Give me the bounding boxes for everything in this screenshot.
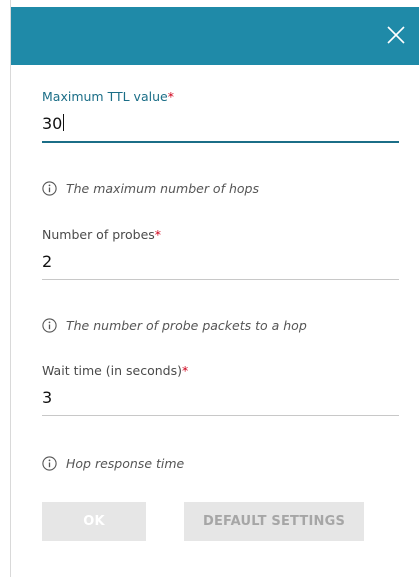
required-mark: * xyxy=(167,89,174,104)
wait-time-input[interactable]: 3 xyxy=(42,387,399,409)
wait-time-field: Wait time (in seconds)* 3 xyxy=(42,363,399,416)
dialog-header xyxy=(11,7,419,65)
wait-time-label-text: Wait time (in seconds) xyxy=(42,363,182,378)
probes-label: Number of probes* xyxy=(42,227,399,243)
max-ttl-label-text: Maximum TTL value xyxy=(42,89,168,104)
probes-input[interactable]: 2 xyxy=(42,251,399,273)
required-mark: * xyxy=(154,227,162,242)
wait-time-value: 3 xyxy=(42,388,53,407)
wait-time-label: Wait time (in seconds)* xyxy=(42,363,399,379)
max-ttl-input[interactable]: 30 xyxy=(42,113,399,135)
wait-time-hint: Hop response time xyxy=(42,456,184,471)
probes-field: Number of probes* 2 xyxy=(42,227,399,280)
probes-underline xyxy=(42,279,399,280)
text-caret xyxy=(63,114,65,131)
info-icon xyxy=(42,181,57,196)
probes-label-text: Number of probes xyxy=(42,227,155,242)
max-ttl-label: Maximum TTL value* xyxy=(42,89,399,105)
max-ttl-hint: The maximum number of hops xyxy=(42,181,259,196)
max-ttl-field: Maximum TTL value* 30 xyxy=(42,89,399,143)
max-ttl-value: 30 xyxy=(42,114,63,133)
probes-hint-text: The number of probe packets to a hop xyxy=(66,318,307,333)
max-ttl-hint-text: The maximum number of hops xyxy=(66,181,259,196)
info-icon xyxy=(42,456,57,471)
traceroute-settings-dialog: Maximum TTL value* 30 The maximum number… xyxy=(10,0,419,577)
close-button[interactable] xyxy=(383,22,409,48)
close-icon xyxy=(387,26,405,44)
probes-hint: The number of probe packets to a hop xyxy=(42,318,307,333)
info-icon xyxy=(42,318,57,333)
required-mark: * xyxy=(182,363,189,378)
wait-time-hint-text: Hop response time xyxy=(66,456,185,471)
default-settings-button[interactable]: DEFAULT SETTINGS xyxy=(184,502,364,541)
wait-time-underline xyxy=(42,415,399,416)
max-ttl-underline xyxy=(42,141,399,143)
ok-button[interactable]: OK xyxy=(42,502,146,541)
probes-value: 2 xyxy=(42,252,53,271)
